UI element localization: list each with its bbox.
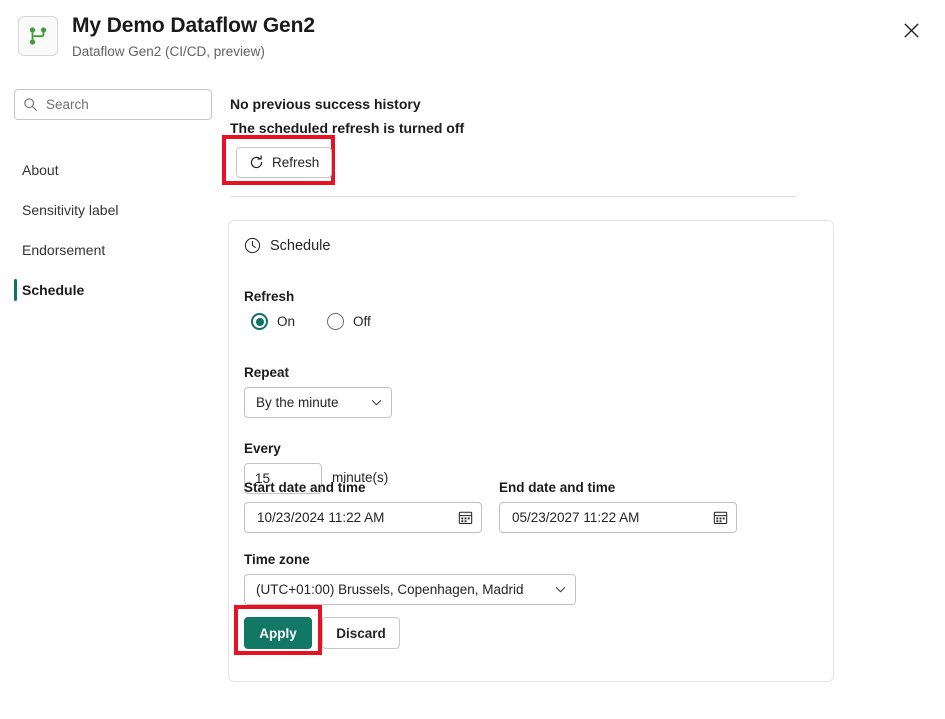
start-date-field[interactable]: 10/23/2024 11:22 AM xyxy=(244,502,482,533)
refresh-radio-on[interactable]: On xyxy=(251,313,295,330)
sidebar-item-label: Sensitivity label xyxy=(22,202,119,218)
close-icon xyxy=(904,23,918,37)
title-block: My Demo Dataflow Gen2 Dataflow Gen2 (CI/… xyxy=(72,12,315,62)
sidebar-item-label: Schedule xyxy=(22,282,85,298)
page-subtitle: Dataflow Gen2 (CI/CD, preview) xyxy=(72,44,265,59)
radio-selected-icon xyxy=(251,313,268,330)
dialog-header: My Demo Dataflow Gen2 Dataflow Gen2 (CI/… xyxy=(0,0,945,78)
page-title: My Demo Dataflow Gen2 xyxy=(72,14,315,37)
search-icon xyxy=(24,98,37,111)
refresh-radio-off[interactable]: Off xyxy=(327,313,371,330)
refresh-field-label: Refresh xyxy=(244,289,295,304)
apply-button[interactable]: Apply xyxy=(244,617,312,649)
refresh-button-label: Refresh xyxy=(272,155,320,170)
sidebar-item-label: Endorsement xyxy=(22,242,106,258)
sidebar-item-endorsement[interactable]: Endorsement xyxy=(0,230,225,270)
sidebar-item-schedule[interactable]: Schedule xyxy=(0,270,225,310)
search-box[interactable] xyxy=(14,89,212,120)
calendar-icon[interactable] xyxy=(713,510,728,525)
end-date-label: End date and time xyxy=(499,480,616,495)
sidebar-item-about[interactable]: About xyxy=(0,150,225,190)
schedule-card-title: Schedule xyxy=(270,237,331,254)
repeat-field-label: Repeat xyxy=(244,365,290,380)
every-field-label: Every xyxy=(244,441,281,456)
start-date-label: Start date and time xyxy=(244,480,366,495)
schedule-card: Schedule Refresh On Off Repeat By the mi… xyxy=(228,220,834,682)
refresh-radio-group: On Off xyxy=(251,313,371,330)
radio-unselected-icon xyxy=(327,313,345,330)
refresh-radio-off-label: Off xyxy=(353,314,371,329)
start-date-value: 10/23/2024 11:22 AM xyxy=(257,510,385,525)
schedule-card-header: Schedule xyxy=(244,237,330,254)
timezone-dropdown[interactable]: (UTC+01:00) Brussels, Copenhagen, Madrid xyxy=(244,574,576,605)
calendar-icon[interactable] xyxy=(458,510,473,525)
timezone-label: Time zone xyxy=(244,552,310,567)
discard-button[interactable]: Discard xyxy=(322,617,400,649)
refresh-icon xyxy=(250,155,263,169)
dataflow-icon xyxy=(18,16,58,56)
repeat-dropdown-value: By the minute xyxy=(256,395,339,410)
repeat-dropdown[interactable]: By the minute xyxy=(244,387,392,418)
close-button[interactable] xyxy=(893,12,929,48)
end-date-value: 05/23/2027 11:22 AM xyxy=(512,510,640,525)
settings-sidebar: About Sensitivity label Endorsement Sche… xyxy=(0,85,225,719)
end-date-field[interactable]: 05/23/2027 11:22 AM xyxy=(499,502,737,533)
search-input[interactable] xyxy=(46,97,203,112)
sidebar-item-label: About xyxy=(22,162,59,178)
status-no-history: No previous success history xyxy=(230,96,421,112)
sidebar-nav: About Sensitivity label Endorsement Sche… xyxy=(0,150,225,310)
chevron-down-icon xyxy=(371,400,382,406)
clock-icon xyxy=(244,237,261,254)
section-divider xyxy=(230,196,797,197)
sidebar-item-sensitivity-label[interactable]: Sensitivity label xyxy=(0,190,225,230)
chevron-down-icon xyxy=(555,587,566,593)
refresh-radio-on-label: On xyxy=(277,314,296,329)
refresh-button[interactable]: Refresh xyxy=(236,147,333,178)
timezone-value: (UTC+01:00) Brussels, Copenhagen, Madrid xyxy=(256,582,524,597)
schedule-pane: No previous success history The schedule… xyxy=(222,85,945,719)
